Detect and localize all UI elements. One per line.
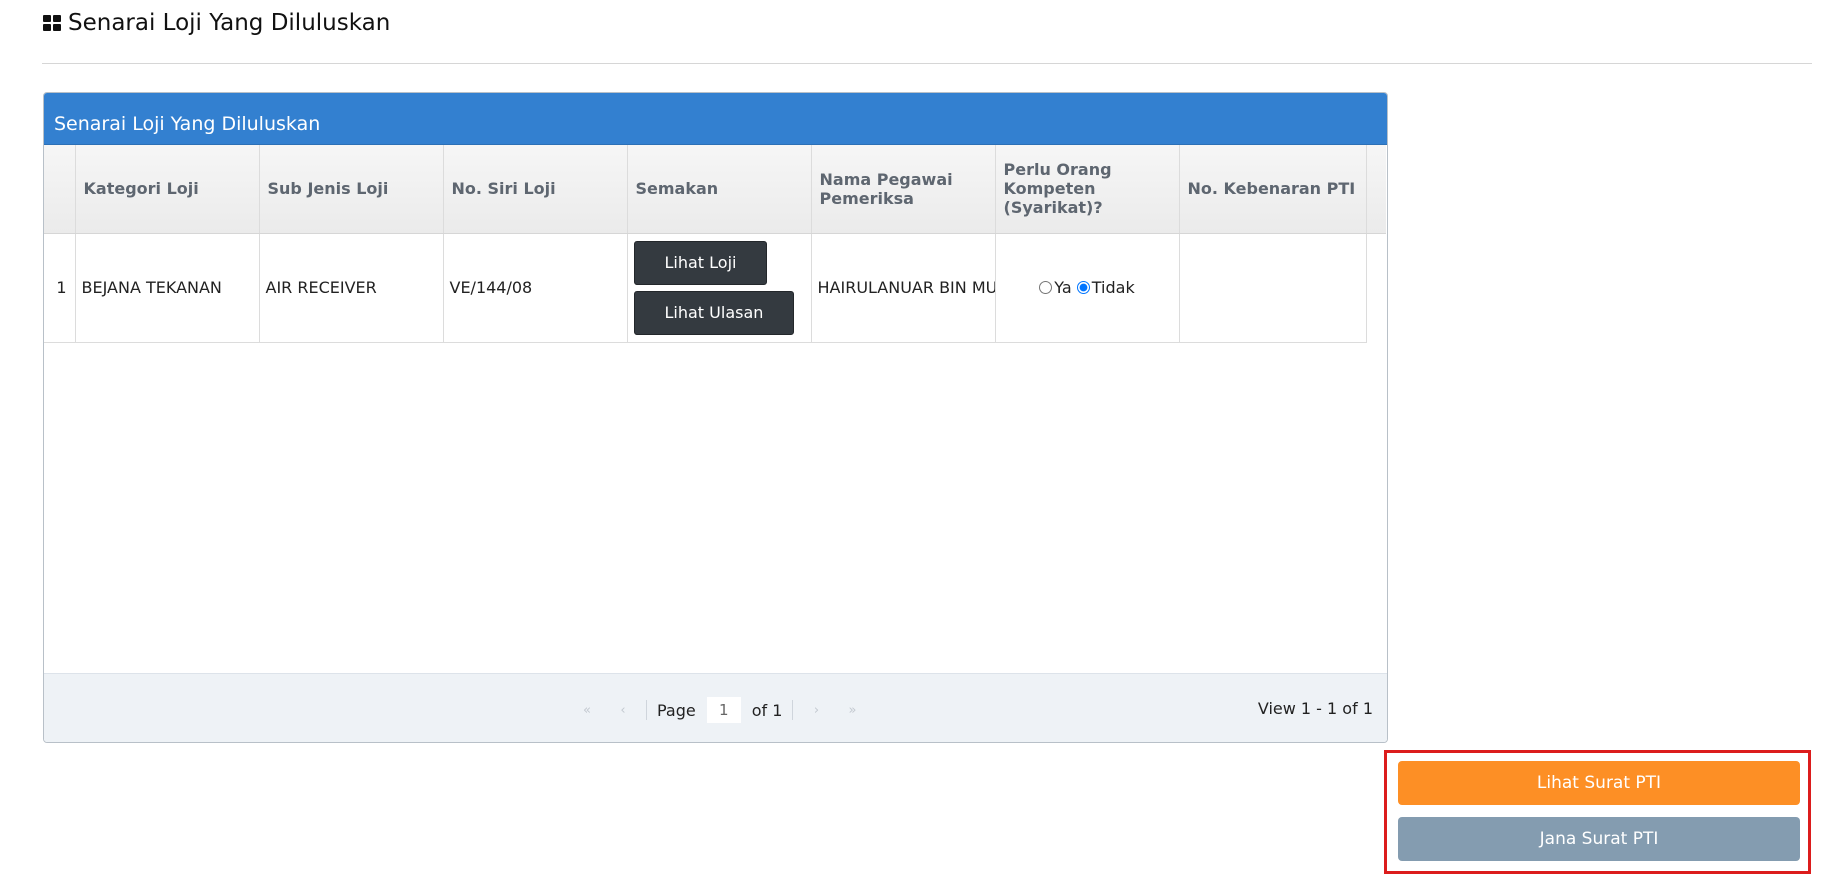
page-header: Senarai Loji Yang Diluluskan bbox=[42, 10, 390, 36]
action-buttons-highlight: Lihat Surat PTI Jana Surat PTI bbox=[1384, 750, 1811, 874]
cell-sub-jenis: AIR RECEIVER bbox=[259, 233, 444, 343]
cell-kategori: BEJANA TEKANAN bbox=[75, 233, 260, 343]
chevron-right-icon[interactable]: › bbox=[803, 697, 829, 723]
approved-plants-grid: Senarai Loji Yang Diluluskan Kategori Lo… bbox=[43, 92, 1388, 743]
lihat-ulasan-button[interactable]: Lihat Ulasan bbox=[633, 290, 795, 335]
cell-kebenaran-pti bbox=[1179, 233, 1367, 343]
column-header-semakan[interactable]: Semakan bbox=[627, 145, 812, 234]
radio-ya-text: Ya bbox=[1054, 278, 1072, 297]
page-title: Senarai Loji Yang Diluluskan bbox=[68, 10, 391, 36]
column-header-no-siri[interactable]: No. Siri Loji bbox=[443, 145, 628, 234]
pager-separator bbox=[646, 700, 647, 720]
cell-pegawai: HAIRULANUAR BIN MUR bbox=[811, 233, 996, 343]
page-label: Page bbox=[657, 700, 696, 720]
column-header-filler bbox=[1366, 145, 1386, 234]
pager-view-info: View 1 - 1 of 1 bbox=[1257, 699, 1373, 718]
page-number-input[interactable] bbox=[705, 696, 742, 724]
grid-pager: « ‹ Page of 1 › » View 1 - 1 of 1 bbox=[44, 673, 1387, 742]
page-total-label: of 1 bbox=[751, 700, 783, 720]
column-header-rownum bbox=[44, 145, 76, 234]
radio-tidak[interactable] bbox=[1076, 281, 1090, 294]
column-header-sub-jenis[interactable]: Sub Jenis Loji bbox=[259, 145, 444, 234]
column-header-kategori[interactable]: Kategori Loji bbox=[75, 145, 260, 234]
radio-ya[interactable] bbox=[1039, 281, 1053, 294]
double-chevron-left-icon[interactable]: « bbox=[574, 697, 600, 723]
cell-orang-kompeten: Ya Tidak bbox=[995, 233, 1180, 343]
header-divider bbox=[42, 63, 1812, 64]
column-header-pegawai[interactable]: Nama Pegawai Pemeriksa bbox=[811, 145, 996, 234]
double-chevron-right-icon[interactable]: » bbox=[839, 697, 865, 723]
pager-separator bbox=[792, 700, 794, 720]
grid-caption: Senarai Loji Yang Diluluskan bbox=[44, 93, 1387, 145]
row-number: 1 bbox=[44, 233, 76, 343]
radio-ya-label[interactable]: Ya bbox=[1039, 278, 1076, 297]
cell-semakan: Lihat Loji Lihat Ulasan bbox=[627, 233, 812, 343]
jana-surat-pti-button[interactable]: Jana Surat PTI bbox=[1398, 817, 1800, 861]
cell-filler bbox=[1366, 233, 1386, 342]
lihat-loji-button[interactable]: Lihat Loji bbox=[633, 240, 768, 285]
cell-no-siri: VE/144/08 bbox=[443, 233, 628, 343]
radio-tidak-text: Tidak bbox=[1091, 278, 1135, 297]
grid-table: Kategori Loji Sub Jenis Loji No. Siri Lo… bbox=[44, 145, 1386, 343]
lihat-surat-pti-button[interactable]: Lihat Surat PTI bbox=[1398, 761, 1800, 805]
grid-header-row: Kategori Loji Sub Jenis Loji No. Siri Lo… bbox=[44, 145, 1386, 234]
grid-icon bbox=[43, 15, 61, 31]
table-row: 1 BEJANA TEKANAN AIR RECEIVER VE/144/08 … bbox=[44, 233, 1386, 343]
chevron-left-icon[interactable]: ‹ bbox=[610, 697, 636, 723]
pager-controls: « ‹ Page of 1 › » bbox=[574, 696, 865, 724]
column-header-kebenaran-pti[interactable]: No. Kebenaran PTI bbox=[1179, 145, 1367, 234]
radio-tidak-label[interactable]: Tidak bbox=[1076, 278, 1135, 297]
column-header-orang-kompeten[interactable]: Perlu Orang Kompeten (Syarikat)? bbox=[995, 145, 1180, 234]
